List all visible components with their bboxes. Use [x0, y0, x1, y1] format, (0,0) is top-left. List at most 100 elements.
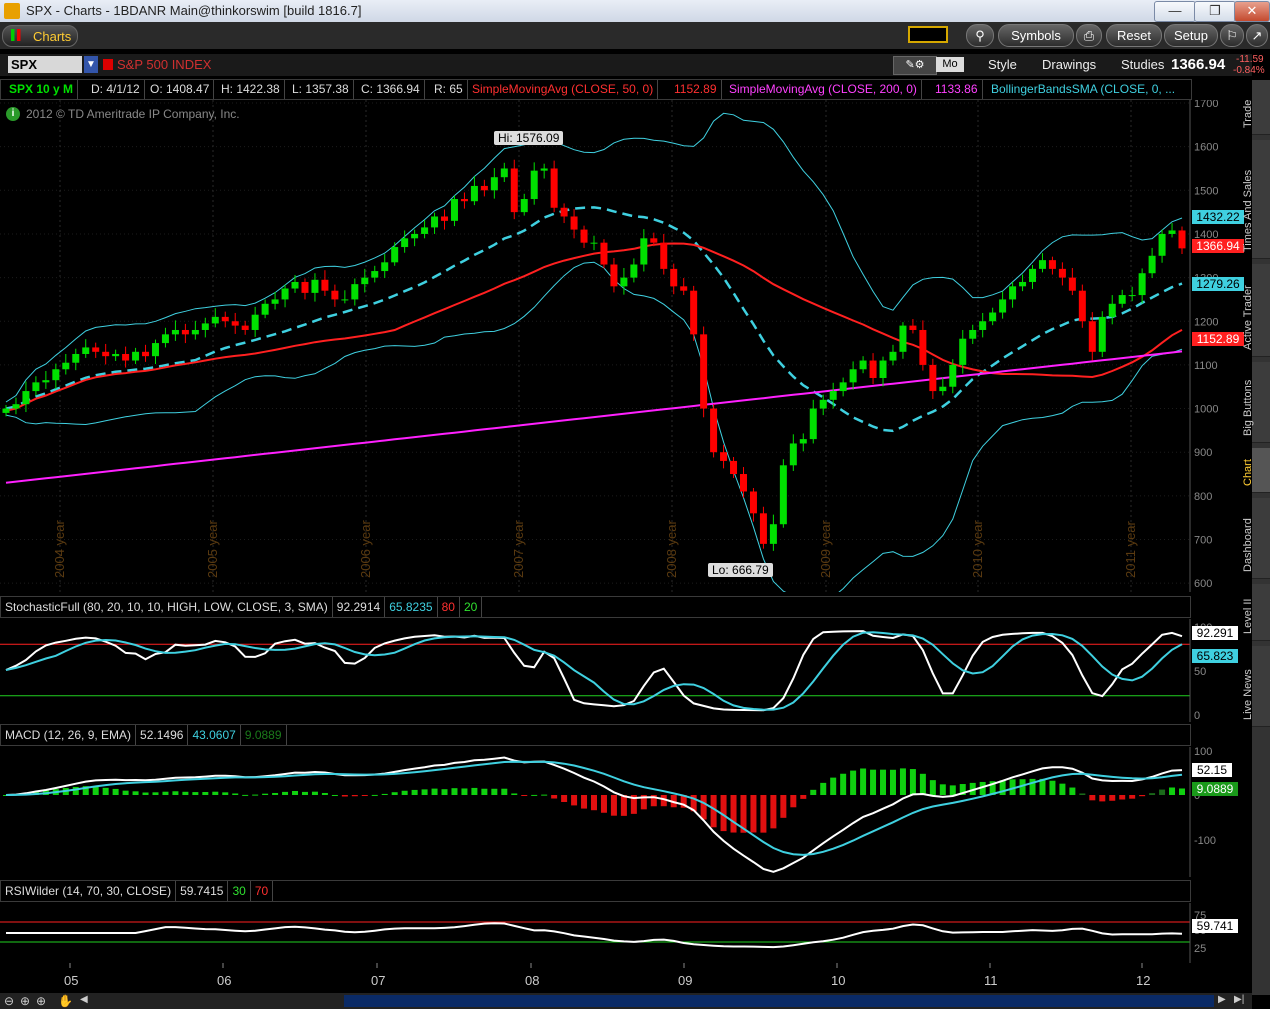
candle-body	[879, 360, 887, 378]
candle-body	[520, 199, 528, 213]
macd-title[interactable]: MACD (12, 26, 9, EMA)	[1, 725, 137, 745]
macd-histogram-bar	[561, 795, 568, 802]
symbol-dropdown-icon[interactable]: ▼	[84, 56, 98, 73]
rsi-title[interactable]: RSIWilder (14, 70, 30, CLOSE)	[1, 881, 177, 901]
macd-chart[interactable]: 100 0 -100	[0, 747, 1252, 877]
side-tab-live-news[interactable]: Live News	[1242, 646, 1270, 727]
macd-histogram-bar	[172, 791, 179, 795]
scroll-end-icon[interactable]: ▶|	[1234, 994, 1244, 1005]
drawing-tools-icon[interactable]: ✎⚙	[893, 56, 937, 75]
candle-body	[1108, 303, 1116, 317]
pin-icon[interactable]: ⚐	[1220, 24, 1244, 47]
zoom-out-icon[interactable]: ⊖	[4, 994, 14, 1008]
macd-histogram-bar	[600, 795, 607, 813]
candle-body	[939, 386, 947, 392]
side-tab-big-buttons[interactable]: Big Buttons	[1242, 362, 1270, 443]
candle-body	[1088, 321, 1096, 352]
legend-sma50[interactable]: SimpleMovingAvg (CLOSE, 50, 0)	[468, 80, 659, 99]
macd-histogram-bar	[511, 793, 518, 795]
net-change-pct: -0.84%	[1233, 65, 1265, 76]
candle-body	[989, 312, 997, 322]
candle-body	[241, 325, 249, 330]
reset-button[interactable]: Reset	[1106, 24, 1162, 47]
link-button[interactable]: ⚲	[966, 24, 994, 47]
close-button[interactable]: ✕	[1234, 1, 1270, 22]
side-tab-chart[interactable]: Chart	[1242, 448, 1270, 493]
aggregation-selector[interactable]: Mo	[936, 57, 964, 72]
setup-button[interactable]: Setup	[1164, 24, 1218, 47]
stoch-title[interactable]: StochasticFull (80, 20, 10, 10, HIGH, LO…	[1, 597, 333, 617]
candle-body	[411, 233, 419, 239]
side-tab-dashboard[interactable]: Dashboard	[1242, 498, 1270, 579]
macd-histogram-bar	[162, 791, 169, 795]
side-tab-active-trader[interactable]: Active Trader	[1242, 264, 1270, 357]
legend-sma200-value: 1133.86	[931, 80, 983, 99]
copyright: 2012 © TD Ameritrade IP Company, Inc.	[26, 107, 240, 121]
rsi-value-3: 70	[251, 881, 274, 901]
rsi-header: RSIWilder (14, 70, 30, CLOSE) 59.7415 30 70	[0, 880, 1191, 902]
candle-body	[1138, 273, 1146, 296]
print-button[interactable]: ⎙	[1076, 24, 1102, 47]
candle-body	[759, 513, 767, 544]
macd-histogram-bar	[939, 784, 946, 795]
candle-body	[1158, 233, 1166, 256]
info-icon[interactable]: i	[6, 107, 20, 121]
candle-body	[540, 168, 548, 171]
macd-histogram-bar	[889, 769, 896, 795]
horizontal-scrollbar[interactable]	[344, 995, 1214, 1007]
scroll-left-icon[interactable]: ◀	[80, 994, 88, 1005]
macd-histogram-bar	[750, 795, 757, 833]
x-axis-label: 09	[678, 973, 692, 988]
candle-body	[969, 329, 977, 339]
stoch-tag-2: 65.823	[1192, 649, 1238, 663]
symbol-input[interactable]: SPX	[8, 56, 82, 73]
legend-sma200[interactable]: SimpleMovingAvg (CLOSE, 200, 0)	[725, 80, 922, 99]
candle-body	[151, 343, 159, 357]
candle-body	[500, 168, 508, 178]
candle-body	[201, 323, 209, 330]
candle-body	[361, 277, 369, 285]
macd-histogram-bar	[850, 770, 857, 795]
zoom-in-icon[interactable]: ⊕	[20, 994, 30, 1008]
macd-histogram-bar	[92, 786, 99, 795]
color-swatch[interactable]	[908, 26, 948, 43]
candle-body	[829, 391, 837, 400]
stoch-value-3: 80	[438, 597, 460, 617]
zoom-fit-icon[interactable]: ⊕	[36, 994, 46, 1008]
maximize-button[interactable]: ❐	[1194, 1, 1236, 22]
macd-histogram-bar	[301, 791, 308, 795]
hand-icon[interactable]: ✋	[58, 994, 73, 1008]
candle-body	[62, 362, 70, 370]
drawings-menu[interactable]: Drawings	[1042, 57, 1096, 72]
price-chart[interactable]: 1700160015001400130012001100100090080070…	[0, 100, 1252, 592]
macd-histogram-bar	[1149, 793, 1156, 795]
macd-histogram-bar	[820, 782, 827, 795]
stoch-header: StochasticFull (80, 20, 10, 10, HIGH, LO…	[0, 596, 1191, 618]
chart-icon	[11, 29, 23, 41]
macd-histogram-bar	[152, 792, 159, 795]
stoch-chart[interactable]: 100 50 0	[0, 619, 1252, 722]
minimize-button[interactable]: —	[1154, 1, 1196, 22]
macd-histogram-bar	[790, 795, 797, 808]
rsi-tick-25: 25	[1194, 943, 1206, 955]
stoch-value-2: 65.8235	[385, 597, 438, 617]
side-tab-level-ii[interactable]: Level II	[1242, 584, 1270, 641]
expand-icon[interactable]: ↗	[1246, 24, 1268, 47]
rsi-chart[interactable]: 75 50 25	[0, 903, 1252, 963]
candle-body	[979, 321, 987, 330]
studies-menu[interactable]: Studies	[1121, 57, 1164, 72]
scroll-right-icon[interactable]: ▶	[1218, 994, 1226, 1005]
side-tab-times-and-sales[interactable]: Times And Sales	[1242, 140, 1270, 259]
legend-bollinger[interactable]: BollingerBandsSMA (CLOSE, 0, ...	[987, 80, 1179, 99]
macd-histogram-bar	[122, 790, 129, 795]
charts-tab[interactable]: Charts	[2, 25, 78, 47]
style-menu[interactable]: Style	[988, 57, 1017, 72]
side-tab-trade[interactable]: Trade	[1242, 80, 1270, 135]
symbols-button[interactable]: Symbols	[998, 24, 1074, 47]
candle-body	[321, 279, 329, 291]
candle-body	[12, 404, 20, 409]
bollinger-upper-line	[5, 112, 1183, 403]
candle-body	[441, 216, 449, 221]
candle-body	[331, 290, 339, 300]
macd-histogram-bar	[1069, 787, 1076, 795]
